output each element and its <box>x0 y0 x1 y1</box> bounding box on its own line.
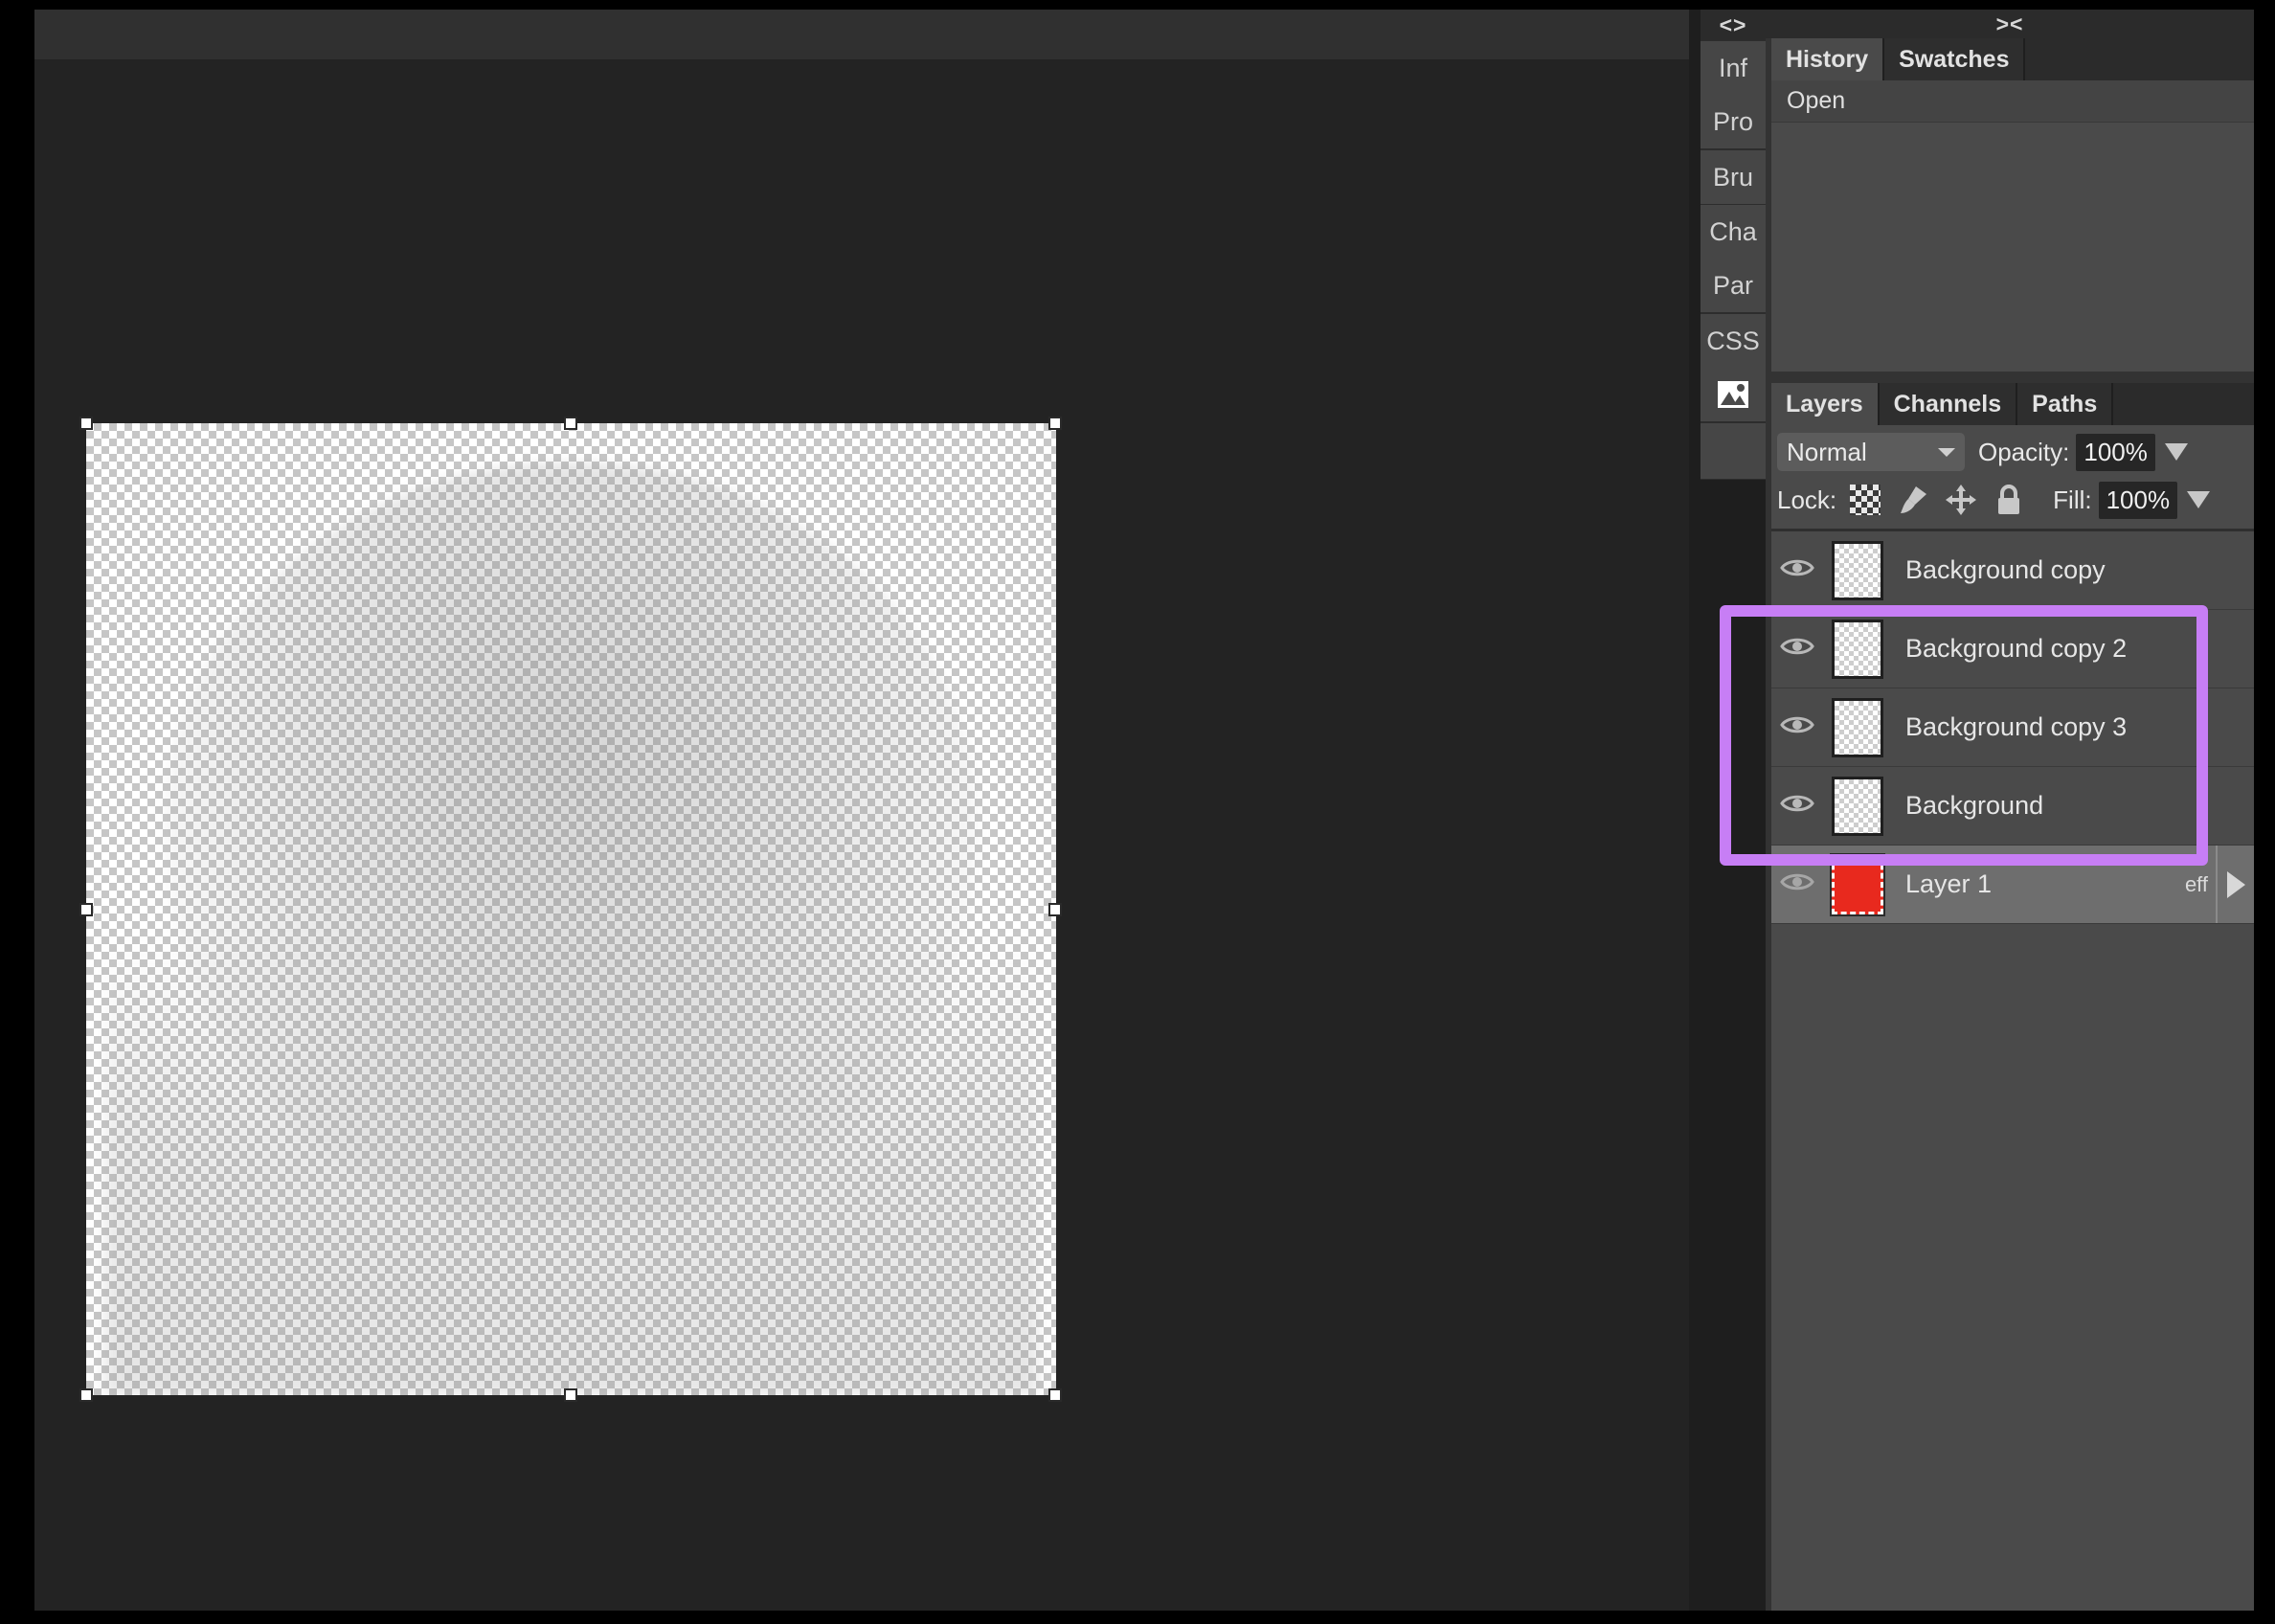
rail-group-5[interactable] <box>1701 422 1766 480</box>
layer-visibility-toggle[interactable] <box>1771 556 1823 584</box>
layer-name-label[interactable]: Background copy 2 <box>1892 634 2254 664</box>
layer-thumbnail <box>1832 776 1883 836</box>
layer-list[interactable]: Background copy Background copy 2 Backgr… <box>1771 530 2254 1611</box>
blend-opacity-row: Normal Opacity: 100% <box>1777 431 2248 473</box>
rail-group-2: Bru <box>1701 149 1766 205</box>
history-tabrow: History Swatches <box>1771 38 2254 80</box>
chevron-down-icon <box>1938 447 1955 457</box>
layer-name-label[interactable]: Background <box>1892 791 2254 821</box>
layer-thumbnail-cell[interactable] <box>1823 619 1892 679</box>
layer-visibility-toggle[interactable] <box>1771 870 1823 898</box>
handle-bottom-center[interactable] <box>564 1388 577 1402</box>
layer-thumbnail-cell[interactable] <box>1823 852 1892 916</box>
history-list[interactable]: Open <box>1771 80 2254 372</box>
lock-fill-row: Lock: Fill: 100% <box>1777 479 2248 521</box>
lock-transparency-icon[interactable] <box>1848 483 1882 517</box>
history-item-open[interactable]: Open <box>1771 80 2254 123</box>
handle-middle-left[interactable] <box>79 903 93 916</box>
table-row[interactable]: Background copy <box>1771 531 2254 610</box>
history-panel: History Swatches Open <box>1771 38 2254 372</box>
rail-item-image[interactable] <box>1701 368 1766 421</box>
table-row[interactable]: Layer 1 eff <box>1771 846 2254 924</box>
layer-visibility-toggle[interactable] <box>1771 713 1823 741</box>
layer-thumbnail-cell[interactable] <box>1823 776 1892 836</box>
fill-input[interactable]: 100% <box>2098 481 2178 519</box>
layer-thumbnail <box>1832 540 1883 600</box>
layer-thumbnail-cell[interactable] <box>1823 540 1892 600</box>
layer-thumbnail <box>1830 852 1885 916</box>
layer-effects-badge[interactable]: eff <box>2185 872 2216 897</box>
handle-top-left[interactable] <box>79 417 93 430</box>
handle-middle-right[interactable] <box>1048 903 1062 916</box>
eye-icon <box>1780 713 1814 741</box>
layer-name-label[interactable]: Background copy <box>1892 555 2254 585</box>
lock-label: Lock: <box>1777 485 1837 514</box>
layer-name-label[interactable]: Layer 1 <box>1892 869 2185 899</box>
right-panel-column: >< History Swatches Open Layers Channels… <box>1766 10 2254 1611</box>
layer-visibility-toggle[interactable] <box>1771 792 1823 820</box>
canvas-work-area[interactable] <box>34 59 1689 1611</box>
opacity-label: Opacity: <box>1978 437 2070 466</box>
tab-swatches[interactable]: Swatches <box>1884 38 2026 80</box>
tab-history[interactable]: History <box>1771 38 1885 80</box>
transform-selection-box[interactable] <box>79 417 1062 1402</box>
rail-item-properties[interactable]: Pro <box>1701 95 1766 148</box>
rail-item-css[interactable]: CSS <box>1701 314 1766 368</box>
panels-collapse-button[interactable]: >< <box>1766 10 2254 38</box>
table-row[interactable]: Background copy 3 <box>1771 688 2254 767</box>
rail-item-info[interactable]: Inf <box>1701 41 1766 95</box>
rail-group-4: CSS <box>1701 313 1766 422</box>
options-bar <box>34 10 1689 59</box>
layers-panel: Layers Channels Paths Normal Opacity: 10… <box>1771 383 2254 1611</box>
chevron-right-icon <box>2226 870 2245 898</box>
image-icon <box>1717 380 1749 409</box>
eye-icon <box>1780 635 1814 663</box>
eye-icon <box>1780 870 1814 898</box>
layer-visibility-toggle[interactable] <box>1771 635 1823 663</box>
rail-collapse-button[interactable]: <> <box>1701 10 1766 40</box>
handle-top-center[interactable] <box>564 417 577 430</box>
canvas-transparency-checkerboard[interactable] <box>86 423 1056 1395</box>
rail-group-1: Inf Pro <box>1701 40 1766 149</box>
layers-tabrow: Layers Channels Paths <box>1771 383 2254 425</box>
layer-expand-button[interactable] <box>2216 846 2254 923</box>
table-row[interactable]: Background copy 2 <box>1771 610 2254 688</box>
rail-item-paragraph[interactable]: Par <box>1701 259 1766 312</box>
blend-mode-value: Normal <box>1787 437 1867 466</box>
panel-icon-rail: <> Inf Pro Bru Cha Par CSS <box>1689 10 1766 1611</box>
lock-all-icon[interactable] <box>1992 483 2026 517</box>
blend-mode-select[interactable]: Normal <box>1777 433 1965 471</box>
layers-controls: Normal Opacity: 100% Lock: Fill: 100% <box>1771 425 2254 530</box>
layer-name-label[interactable]: Background copy 3 <box>1892 712 2254 742</box>
fill-label: Fill: <box>2053 485 2092 514</box>
lock-brush-icon[interactable] <box>1896 483 1930 517</box>
tab-channels[interactable]: Channels <box>1879 383 2018 425</box>
editor-frame: <> Inf Pro Bru Cha Par CSS >< History Sw… <box>34 10 2254 1611</box>
layer-thumbnail-cell[interactable] <box>1823 697 1892 757</box>
tab-layers[interactable]: Layers <box>1771 383 1880 425</box>
layer-thumbnail <box>1832 619 1883 679</box>
rail-group-3: Cha Par <box>1701 204 1766 313</box>
handle-bottom-left[interactable] <box>79 1388 93 1402</box>
fill-slider-toggle-icon[interactable] <box>2187 491 2211 508</box>
app-root: <> Inf Pro Bru Cha Par CSS >< History Sw… <box>0 0 2275 1624</box>
eye-icon <box>1780 792 1814 820</box>
opacity-input[interactable]: 100% <box>2076 433 2155 471</box>
handle-bottom-right[interactable] <box>1048 1388 1062 1402</box>
rail-item-character[interactable]: Cha <box>1701 205 1766 259</box>
eye-icon <box>1780 556 1814 584</box>
layer-thumbnail <box>1832 697 1883 757</box>
tab-paths[interactable]: Paths <box>2017 383 2114 425</box>
rail-item-brushes[interactable]: Bru <box>1701 150 1766 204</box>
lock-move-icon[interactable] <box>1944 483 1978 517</box>
handle-top-right[interactable] <box>1048 417 1062 430</box>
table-row[interactable]: Background <box>1771 767 2254 846</box>
opacity-slider-toggle-icon[interactable] <box>2164 443 2188 461</box>
